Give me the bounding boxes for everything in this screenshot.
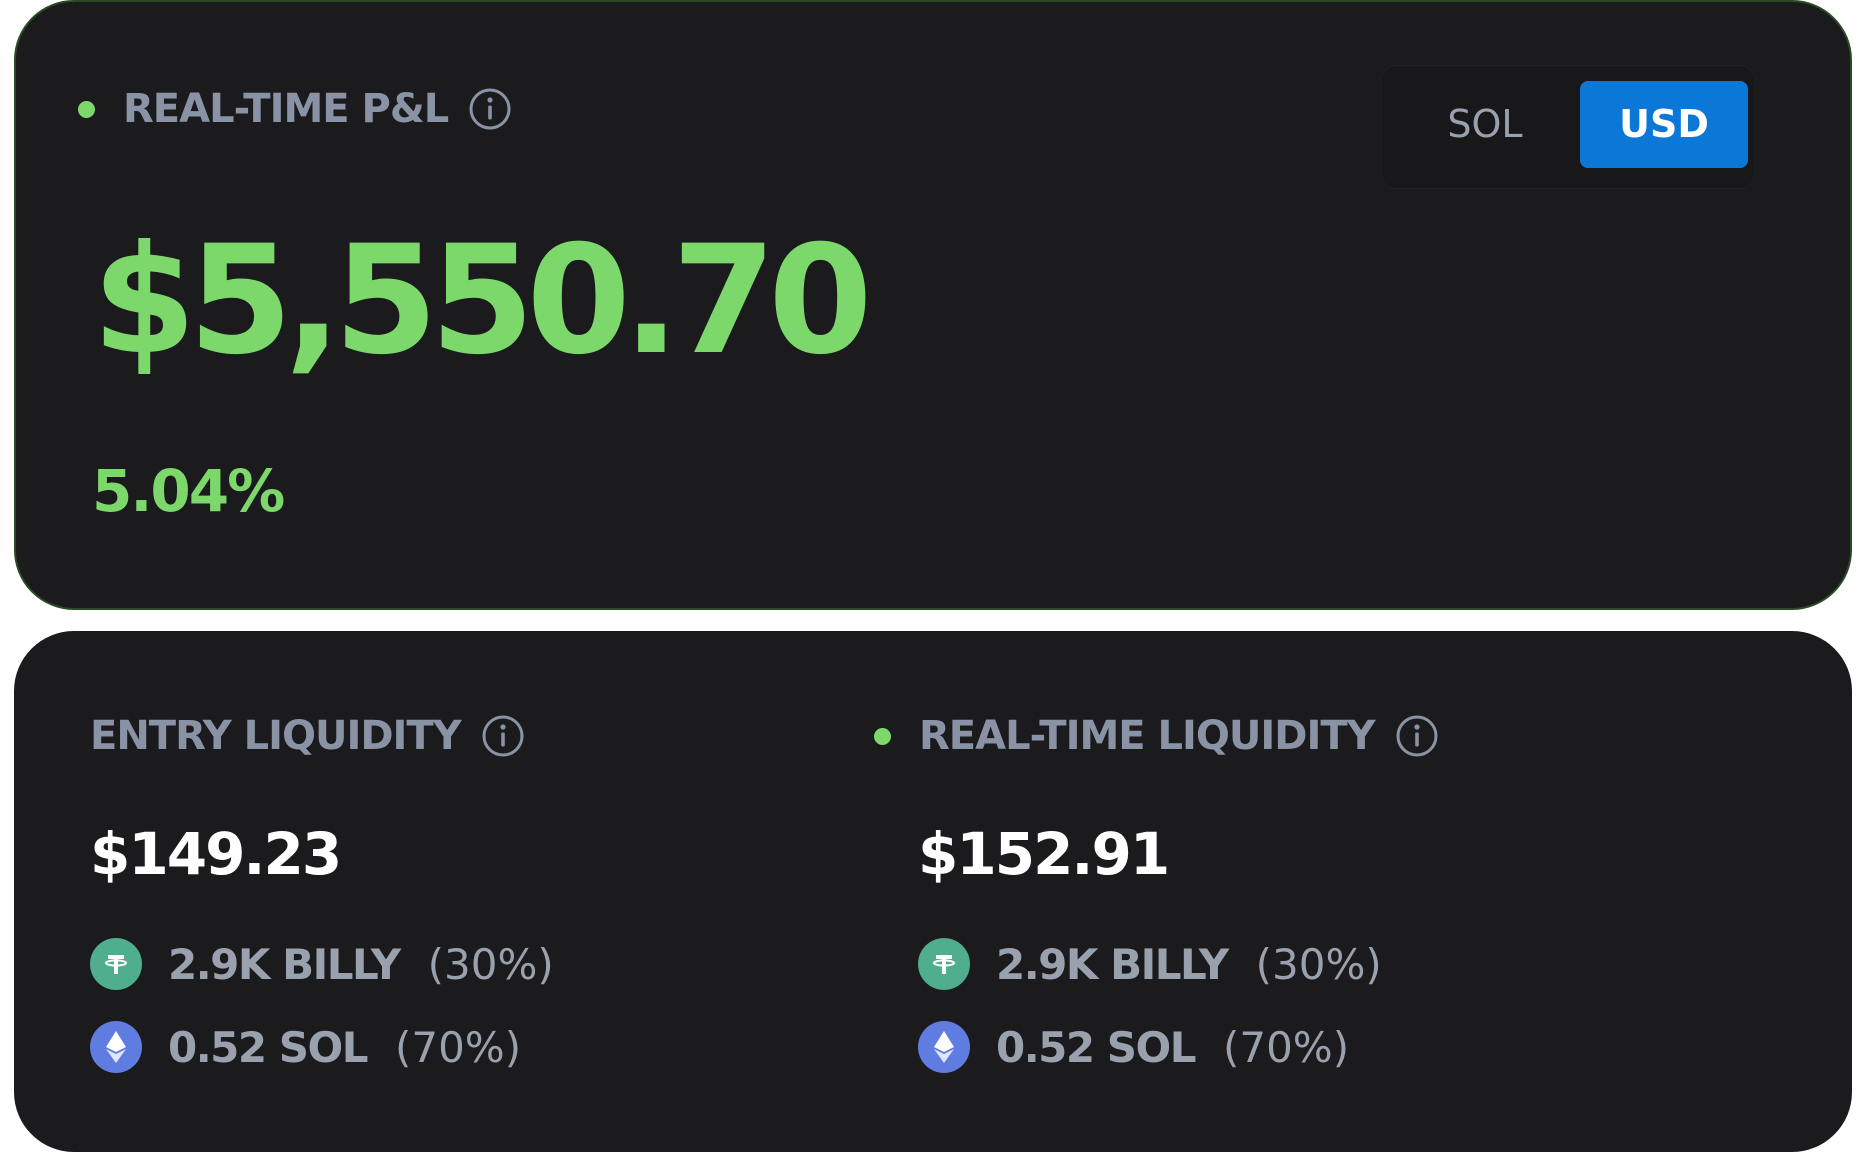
pnl-header: REAL-TIME P&L	[78, 86, 512, 132]
token-percent: (30%)	[1255, 939, 1382, 989]
token-amount: 2.9K BILLY	[168, 939, 401, 989]
token-row: 2.9K BILLY (30%)	[918, 938, 1382, 990]
realtime-liquidity-value: $152.91	[918, 820, 1170, 888]
token-amount: 0.52 SOL	[996, 1022, 1196, 1072]
info-icon[interactable]	[1395, 714, 1439, 758]
entry-liquidity-section: ENTRY LIQUIDITY $149.23 2.9K BILLY (30%)…	[14, 631, 774, 1152]
entry-liquidity-label: ENTRY LIQUIDITY	[90, 713, 462, 759]
pnl-value: $5,550.70	[92, 214, 873, 388]
token-row: 0.52 SOL (70%)	[918, 1021, 1349, 1073]
info-icon[interactable]	[481, 714, 525, 758]
token-percent: (70%)	[394, 1022, 522, 1072]
token-amount: 0.52 SOL	[168, 1022, 368, 1072]
entry-liquidity-value: $149.23	[90, 820, 342, 888]
token-amount: 2.9K BILLY	[996, 939, 1229, 989]
token-percent: (30%)	[427, 939, 554, 989]
token-row: 2.9K BILLY (30%)	[90, 938, 554, 990]
token-percent: (70%)	[1222, 1022, 1350, 1072]
currency-option-sol[interactable]: SOL	[1400, 81, 1570, 168]
currency-toggle: SOL USD	[1382, 66, 1754, 188]
token-row: 0.52 SOL (70%)	[90, 1021, 521, 1073]
realtime-liquidity-label: REAL-TIME LIQUIDITY	[919, 713, 1376, 759]
info-icon[interactable]	[468, 87, 512, 131]
pnl-label: REAL-TIME P&L	[123, 86, 449, 132]
pnl-card: REAL-TIME P&L SOL USD $5,550.70 5.04%	[14, 0, 1852, 610]
ethereum-icon	[918, 1021, 970, 1073]
pnl-percent: 5.04%	[92, 457, 285, 525]
currency-option-usd[interactable]: USD	[1580, 81, 1748, 168]
tether-icon	[918, 938, 970, 990]
live-indicator-dot	[78, 100, 95, 118]
liquidity-card: ENTRY LIQUIDITY $149.23 2.9K BILLY (30%)…	[14, 631, 1852, 1152]
realtime-liquidity-header: REAL-TIME LIQUIDITY	[874, 713, 1439, 759]
tether-icon	[90, 938, 142, 990]
entry-liquidity-header: ENTRY LIQUIDITY	[90, 713, 525, 759]
ethereum-icon	[90, 1021, 142, 1073]
live-indicator-dot	[874, 727, 891, 745]
realtime-liquidity-section: REAL-TIME LIQUIDITY $152.91 2.9K BILLY (…	[874, 631, 1634, 1152]
